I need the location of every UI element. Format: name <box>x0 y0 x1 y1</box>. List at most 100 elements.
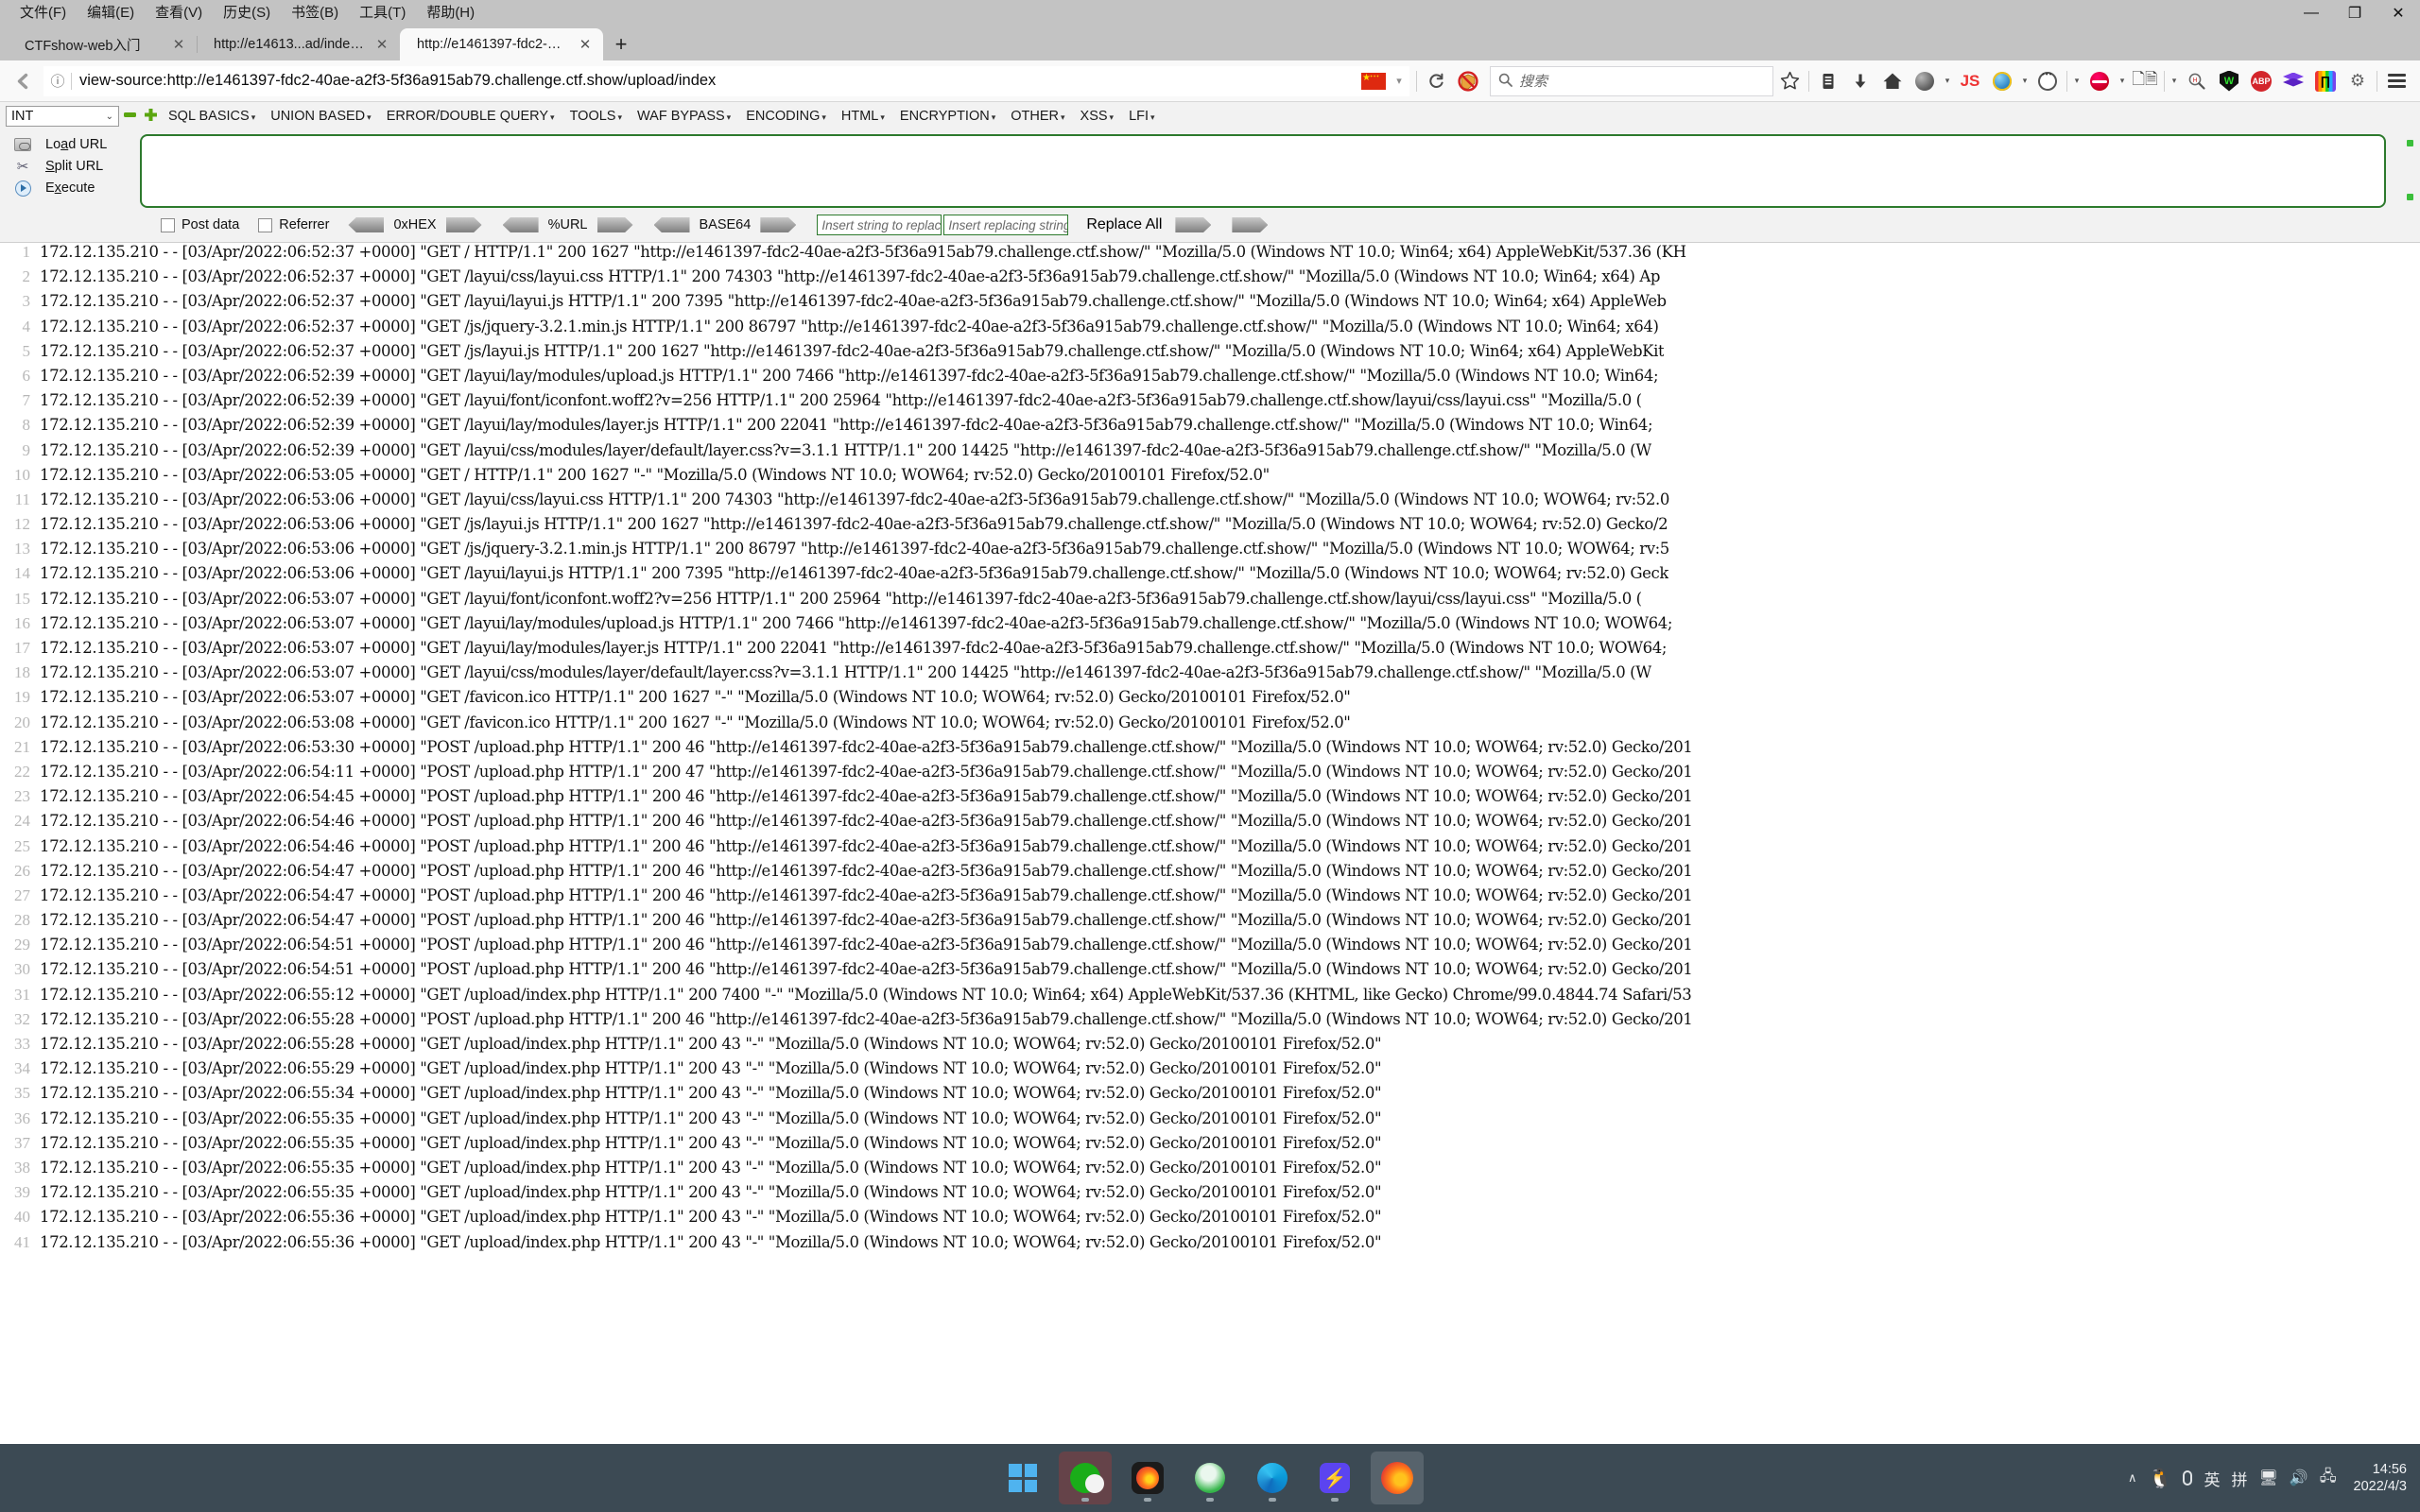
tab-close-icon[interactable]: ✕ <box>577 36 594 53</box>
ie-tab-icon[interactable] <box>1986 65 2018 97</box>
hackbar-url-textarea[interactable] <box>140 134 2386 208</box>
hex-decode-button[interactable] <box>348 217 385 232</box>
hackbar-menu-union-based[interactable]: UNION BASED ▾ <box>263 102 378 131</box>
noscript-icon[interactable] <box>1452 65 1484 97</box>
mic-icon[interactable] <box>2183 1470 2193 1486</box>
menu-history[interactable]: 历史(S) <box>213 0 281 26</box>
split-url-button[interactable]: ✂ Split URL <box>9 156 140 177</box>
magnify-icon[interactable]: H <box>2181 65 2213 97</box>
log-line: 23 172.12.135.210 - - [03/Apr/2022:06:54:… <box>0 787 2420 812</box>
tray-expand-icon[interactable]: ∧ <box>2128 1470 2137 1486</box>
load-url-button[interactable]: Load URL <box>9 134 140 155</box>
menu-view[interactable]: 查看(V) <box>145 0 213 26</box>
replace-apply-button[interactable] <box>1175 217 1212 232</box>
view-source-log[interactable]: 1 172.12.135.210 - - [03/Apr/2022:06:52:3… <box>0 243 2420 1318</box>
tab-close-icon[interactable]: ✕ <box>373 36 390 53</box>
library-icon[interactable] <box>1812 65 1844 97</box>
chevron-down-icon[interactable]: ▾ <box>2018 76 2031 86</box>
replace-from-input[interactable]: Insert string to replace <box>817 215 942 235</box>
chevron-down-icon[interactable]: ▾ <box>2070 76 2083 86</box>
red-proxy-icon[interactable] <box>2083 65 2116 97</box>
replace-to-input[interactable]: Insert replacing string <box>943 215 1069 235</box>
hackbar-menu-waf-bypass[interactable]: WAF BYPASS ▾ <box>630 102 738 131</box>
chevron-down-icon[interactable]: ▾ <box>2116 76 2129 86</box>
url-text[interactable]: view-source:http://e1461397-fdc2-40ae-a2… <box>72 72 1357 90</box>
execute-button[interactable]: Execute <box>9 178 140 198</box>
url-encode-button[interactable] <box>596 217 633 232</box>
log-line-number: 19 <box>14 688 30 707</box>
menu-help[interactable]: 帮助(H) <box>416 0 485 26</box>
back-icon[interactable] <box>8 65 40 97</box>
add-button[interactable] <box>140 108 161 126</box>
close-window-button[interactable]: ✕ <box>2377 0 2420 26</box>
chevron-down-icon[interactable]: ▾ <box>1941 76 1954 86</box>
base64-encode-button[interactable] <box>760 217 797 232</box>
replace-apply-all-button[interactable] <box>1232 217 1269 232</box>
windows-start-icon[interactable] <box>996 1452 1049 1504</box>
firefox-icon[interactable] <box>1371 1452 1424 1504</box>
shield-w-icon[interactable]: W <box>2213 65 2245 97</box>
menu-edit[interactable]: 编辑(E) <box>77 0 145 26</box>
pages-icon[interactable]: 🗋🗎 <box>2129 65 2161 97</box>
post-data-checkbox[interactable]: Post data <box>161 217 239 232</box>
url-bar[interactable]: ⓘ view-source:http://e1461397-fdc2-40ae-… <box>43 65 1409 96</box>
base64-decode-button[interactable] <box>653 217 690 232</box>
site-info-icon[interactable]: ⓘ <box>44 71 71 91</box>
log-line: 6 172.12.135.210 - - [03/Apr/2022:06:52:3… <box>0 367 2420 391</box>
type-select[interactable]: INT ⌄ <box>6 106 119 127</box>
minimize-button[interactable]: — <box>2290 0 2333 26</box>
home-icon[interactable] <box>1876 65 1909 97</box>
hackbar-menu-error-query[interactable]: ERROR/DOUBLE QUERY ▾ <box>379 102 562 131</box>
hamburger-menu-icon[interactable] <box>2380 65 2412 97</box>
hackbar-menu-lfi[interactable]: LFI ▾ <box>1121 102 1162 131</box>
tab-ctfshow[interactable]: CTFshow-web入门 ✕ <box>8 28 197 60</box>
hex-encode-button[interactable] <box>445 217 482 232</box>
rainbow-icon[interactable]: ∏ <box>2309 65 2342 97</box>
hackbar-menu-encoding[interactable]: ENCODING ▾ <box>738 102 834 131</box>
replace-all-checkbox[interactable]: Replace All <box>1080 216 1162 233</box>
tab-close-icon[interactable]: ✕ <box>170 36 187 53</box>
chevron-down-icon: ▾ <box>1150 112 1155 122</box>
hackbar-menu-tools[interactable]: TOOLS ▾ <box>562 102 630 131</box>
network-icon[interactable]: 🖧 <box>2320 1466 2337 1491</box>
ime-mode-icon[interactable]: 拼 <box>2231 1467 2247 1490</box>
volume-icon[interactable]: 🔊 <box>2290 1469 2308 1487</box>
star-icon[interactable] <box>1773 65 1806 97</box>
chevron-down-icon[interactable]: ▾ <box>2168 76 2181 86</box>
violet-app-icon[interactable]: ⚡ <box>1308 1452 1361 1504</box>
new-tab-button[interactable]: + <box>603 28 639 60</box>
search-box[interactable]: 搜索 <box>1490 65 1773 96</box>
menu-file[interactable]: 文件(F) <box>9 0 77 26</box>
gear-user-icon[interactable]: ⚙ <box>2342 65 2374 97</box>
ime-language-icon[interactable]: 英 <box>2204 1467 2220 1490</box>
abp-icon[interactable]: ABP <box>2245 65 2277 97</box>
wechat-icon[interactable] <box>1059 1452 1112 1504</box>
hackbar-menu-encryption[interactable]: ENCRYPTION ▾ <box>892 102 1003 131</box>
hackbar-menu-xss[interactable]: XSS ▾ <box>1073 102 1122 131</box>
green-browser-icon[interactable] <box>1184 1452 1236 1504</box>
referrer-checkbox[interactable]: Referrer <box>258 217 329 232</box>
url-decode-button[interactable] <box>502 217 539 232</box>
remove-button[interactable] <box>119 108 140 126</box>
hackbar-menu-sql-basics[interactable]: SQL BASICS ▾ <box>161 102 263 131</box>
display-icon[interactable]: 🖥 <box>2258 1469 2277 1487</box>
menu-tools[interactable]: 工具(T) <box>349 0 416 26</box>
maximize-button[interactable]: ❐ <box>2333 0 2377 26</box>
js-icon[interactable]: JS <box>1954 65 1986 97</box>
layers-icon[interactable] <box>2277 65 2309 97</box>
cn-flag-icon[interactable] <box>1361 71 1386 90</box>
hackbar-menu-other[interactable]: OTHER ▾ <box>1003 102 1072 131</box>
chevron-down-icon[interactable]: ▾ <box>1390 75 1409 87</box>
reload-icon[interactable] <box>1420 65 1452 97</box>
hackbar-menu-html[interactable]: HTML ▾ <box>834 102 892 131</box>
qq-icon[interactable]: 🐧 <box>2149 1467 2172 1490</box>
menu-bookmarks[interactable]: 书签(B) <box>281 0 349 26</box>
greyball-icon[interactable] <box>1909 65 1941 97</box>
clock[interactable]: 14:56 2022/4/3 <box>2354 1461 2407 1495</box>
cookie-icon[interactable] <box>2031 65 2064 97</box>
downloads-icon[interactable] <box>1844 65 1876 97</box>
tab-index-php[interactable]: http://e14613...ad/index.php ✕ <box>197 28 400 60</box>
tab-view-source[interactable]: http://e1461397-fdc2-40ae... ✕ <box>400 28 603 60</box>
dark-firefox-icon[interactable] <box>1121 1452 1174 1504</box>
edge-icon[interactable] <box>1246 1452 1299 1504</box>
